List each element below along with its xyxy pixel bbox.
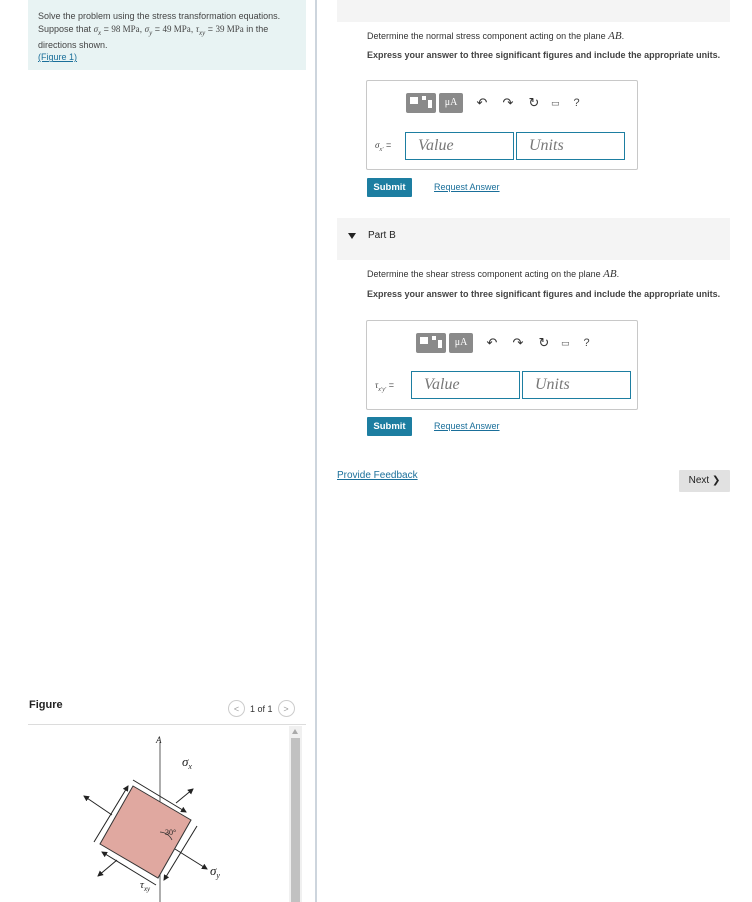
stress-element-figure: 30° A σx σy τxy bbox=[83, 735, 220, 902]
scroll-up-icon[interactable] bbox=[292, 729, 298, 734]
templates-icon[interactable] bbox=[416, 333, 446, 353]
sigma-x-arrow bbox=[175, 788, 194, 804]
sigma-x-label: σx bbox=[182, 754, 192, 771]
part-a-value-input[interactable]: Value bbox=[405, 132, 514, 160]
sigma-y-arrow-opposite bbox=[83, 795, 113, 816]
figure-link[interactable]: (Figure 1) bbox=[38, 52, 77, 62]
keyboard-icon[interactable]: ▭ bbox=[551, 98, 560, 109]
part-b-value-input[interactable]: Value bbox=[411, 371, 520, 399]
help-button[interactable]: ? bbox=[574, 97, 580, 109]
part-b-request-answer-link[interactable]: Request Answer bbox=[434, 421, 500, 431]
prev-figure-icon[interactable]: < bbox=[228, 700, 245, 717]
keyboard-icon[interactable]: ▭ bbox=[561, 338, 570, 349]
templates-icon[interactable] bbox=[406, 93, 436, 113]
part-b-header[interactable]: Part B bbox=[337, 218, 730, 260]
figure-heading: Figure bbox=[29, 699, 63, 711]
problem-intro: Solve the problem using the stress trans… bbox=[38, 11, 281, 34]
point-a-label: A bbox=[155, 735, 162, 745]
sigma-y-symbol: σy bbox=[144, 23, 153, 37]
part-a-prompt: Determine the normal stress component ac… bbox=[367, 30, 625, 42]
provide-feedback-link[interactable]: Provide Feedback bbox=[337, 470, 418, 481]
tau-xy-value: 39 MPa bbox=[215, 23, 244, 34]
part-b-units-input[interactable]: Units bbox=[522, 371, 631, 399]
figure-divider bbox=[28, 724, 306, 725]
figure-scrollbar[interactable] bbox=[289, 726, 302, 902]
part-b-submit-button[interactable]: Submit bbox=[367, 417, 412, 436]
collapse-triangle-icon[interactable] bbox=[348, 233, 356, 239]
sigma-x-symbol: σx bbox=[93, 23, 102, 37]
part-a-request-answer-link[interactable]: Request Answer bbox=[434, 182, 500, 192]
part-b-prompt: Determine the shear stress component act… bbox=[367, 268, 620, 280]
sigma-x-arrow-opposite bbox=[97, 859, 118, 877]
sigma-y-value: 49 MPa bbox=[162, 23, 191, 34]
part-a-variable-label: σx′ = bbox=[375, 140, 392, 153]
angle-label: 30° bbox=[165, 828, 176, 837]
reset-icon[interactable]: ↻ bbox=[527, 95, 541, 111]
sigma-x-value: 98 MPa bbox=[111, 23, 140, 34]
next-button[interactable]: Next ❯ bbox=[679, 470, 730, 492]
part-b-instruction: Express your answer to three significant… bbox=[367, 289, 721, 299]
part-a-header[interactable] bbox=[337, 0, 730, 22]
part-b-toolbar: μA ↶ ↷ ↻ ▭ ? bbox=[416, 333, 590, 353]
pager-text: 1 of 1 bbox=[250, 703, 273, 714]
part-a-submit-button[interactable]: Submit bbox=[367, 178, 412, 197]
part-b-label: Part B bbox=[368, 230, 396, 241]
next-figure-icon[interactable]: > bbox=[277, 700, 295, 717]
units-mu-button[interactable]: μA bbox=[449, 333, 473, 353]
scroll-thumb[interactable] bbox=[291, 738, 300, 902]
part-a-units-input[interactable]: Units bbox=[516, 132, 625, 160]
panel-divider bbox=[315, 0, 317, 902]
help-button[interactable]: ? bbox=[584, 337, 590, 349]
sigma-y-arrow bbox=[174, 848, 208, 870]
part-a-instruction: Express your answer to three significant… bbox=[367, 50, 721, 60]
redo-icon[interactable]: ↷ bbox=[511, 335, 525, 351]
reset-icon[interactable]: ↻ bbox=[537, 335, 551, 351]
undo-icon[interactable]: ↶ bbox=[485, 335, 499, 351]
part-b-variable-label: τx′y′ = bbox=[375, 380, 394, 393]
stress-element bbox=[99, 785, 192, 879]
figure-pager: < 1 of 1 > bbox=[228, 700, 295, 717]
redo-icon[interactable]: ↷ bbox=[501, 95, 515, 111]
sigma-y-label: σy bbox=[210, 863, 220, 880]
units-mu-button[interactable]: μA bbox=[439, 93, 463, 113]
part-a-toolbar: μA ↶ ↷ ↻ ▭ ? bbox=[406, 93, 580, 113]
problem-statement: Solve the problem using the stress trans… bbox=[28, 0, 306, 70]
tau-xy-symbol: τxy bbox=[195, 23, 206, 37]
undo-icon[interactable]: ↶ bbox=[475, 95, 489, 111]
